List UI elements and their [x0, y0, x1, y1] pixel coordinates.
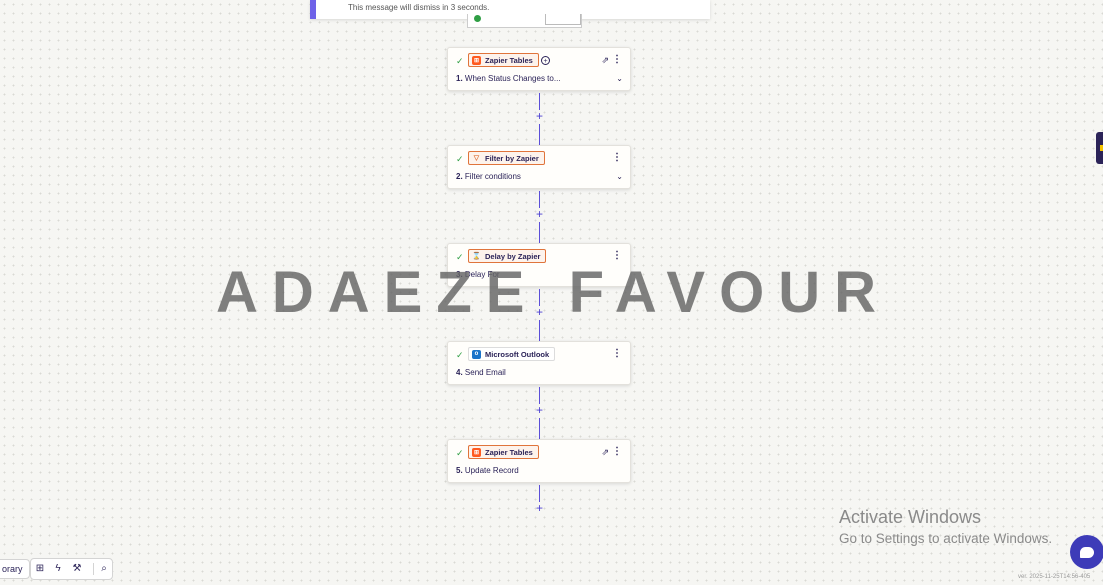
add-step-button[interactable]: + [533, 502, 546, 515]
external-link-icon[interactable]: ⇗ [601, 447, 609, 458]
more-options-icon[interactable]: ⋮ [612, 447, 622, 457]
connector-line [539, 124, 540, 145]
watermark-text: ADAEZE FAVOUR [216, 260, 890, 325]
step-title: 1. When Status Changes to... [456, 74, 561, 83]
external-link-icon[interactable]: ⇗ [601, 55, 609, 66]
lightning-icon[interactable]: ϟ [51, 562, 65, 576]
app-badge[interactable]: o Microsoft Outlook [468, 347, 556, 361]
check-icon: ✓ [456, 448, 464, 458]
filter-icon: ▽ [473, 155, 480, 162]
add-step-button[interactable]: + [533, 110, 546, 123]
search-icon[interactable]: ⌕ [97, 562, 111, 576]
step-title: 4. Send Email [456, 368, 506, 377]
app-name: Zapier Tables [485, 447, 533, 457]
app-badge[interactable]: ⊞ Zapier Tables [468, 53, 539, 67]
side-panel-tab[interactable] [1096, 132, 1103, 164]
library-button[interactable]: orary [0, 559, 30, 579]
app-name: Zapier Tables [485, 55, 533, 65]
toast-message: This message will dismiss in 3 seconds. [348, 3, 490, 12]
version-label: ver. 2025-11-25T14:56-405 [1018, 574, 1091, 580]
step-card-5[interactable]: ✓ ⊞ Zapier Tables ⇗ ⋮ 5. Update Record [447, 439, 631, 483]
connector-line [539, 387, 540, 404]
connector-line [539, 222, 540, 243]
add-step-button[interactable]: + [533, 404, 546, 417]
check-icon: ✓ [456, 350, 464, 360]
activate-windows-title: Activate Windows [839, 507, 982, 527]
toolbar-divider [93, 563, 94, 575]
step-card-4[interactable]: ✓ o Microsoft Outlook ⋮ 4. Send Email [447, 341, 631, 385]
partial-card [467, 14, 582, 28]
canvas-toolbar: ⊞ ϟ ⚒ ⌕ [30, 558, 113, 580]
outlook-icon: o [472, 349, 481, 359]
status-dot-icon [474, 15, 481, 22]
add-step-button[interactable]: + [533, 208, 546, 221]
step-card-2[interactable]: ✓ ▽ Filter by Zapier ⋮ 2. Filter conditi… [447, 145, 631, 189]
check-icon: ✓ [456, 154, 464, 164]
zapier-tables-icon: ⊞ [472, 55, 481, 65]
chevron-down-icon[interactable]: ⌄ [616, 74, 623, 83]
apps-grid-icon[interactable]: ⊞ [33, 562, 47, 576]
partial-box [545, 14, 581, 25]
chat-button[interactable] [1070, 535, 1103, 569]
connector-line [539, 93, 540, 110]
connector-line [539, 485, 540, 502]
chat-icon [1080, 546, 1094, 558]
app-name: Microsoft Outlook [485, 349, 550, 359]
zapier-tables-icon: ⊞ [472, 447, 481, 457]
check-icon: ✓ [456, 56, 464, 66]
step-card-1[interactable]: ✓ ⊞ Zapier Tables + ⇗ ⋮ 1. When Status C… [447, 47, 631, 91]
step-title: 2. Filter conditions [456, 172, 521, 181]
chevron-down-icon[interactable]: ⌄ [616, 172, 623, 181]
app-badge[interactable]: ⊞ Zapier Tables [468, 445, 539, 459]
step-title: 5. Update Record [456, 466, 519, 475]
more-options-icon[interactable]: ⋮ [612, 153, 622, 163]
add-circle-icon[interactable]: + [541, 56, 550, 65]
connector-line [539, 418, 540, 439]
more-options-icon[interactable]: ⋮ [612, 55, 622, 65]
connector-line [539, 191, 540, 208]
activate-windows-subtitle: Go to Settings to activate Windows. [839, 531, 1053, 546]
wrench-icon[interactable]: ⚒ [70, 562, 84, 576]
more-options-icon[interactable]: ⋮ [612, 349, 622, 359]
app-name: Filter by Zapier [485, 153, 539, 163]
app-badge[interactable]: ▽ Filter by Zapier [468, 151, 545, 165]
